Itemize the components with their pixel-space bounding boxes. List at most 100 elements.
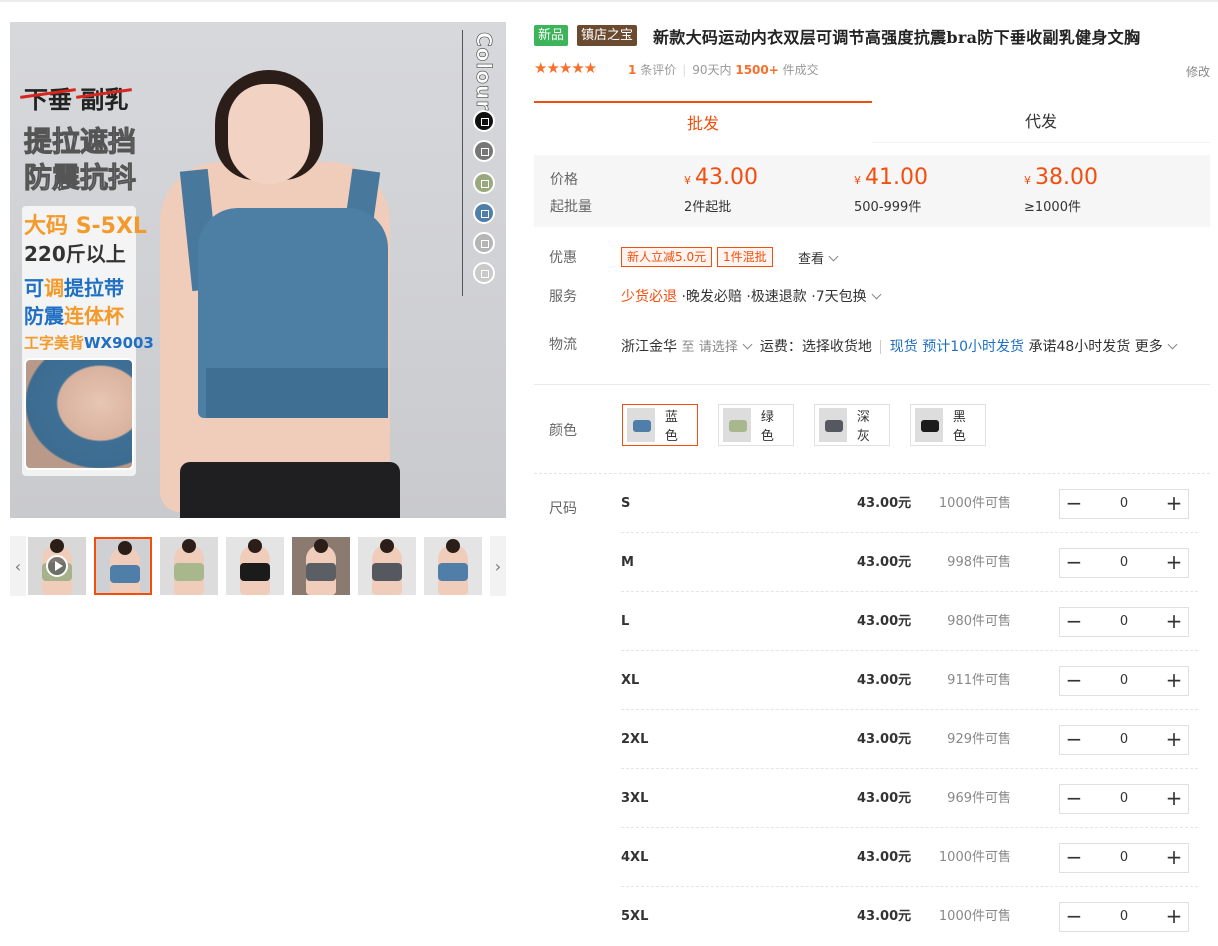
tab-dropship[interactable]: 代发: [872, 101, 1210, 143]
promo-mixed-tag[interactable]: 1件混批: [717, 247, 773, 267]
colour-divider: [462, 30, 463, 296]
quantity-input[interactable]: 0: [1088, 726, 1160, 754]
destination-select[interactable]: 请选择: [699, 340, 738, 355]
logistics-more-button[interactable]: 更多: [1135, 339, 1178, 355]
quantity-input[interactable]: 0: [1088, 490, 1160, 518]
increment-button[interactable]: +: [1160, 903, 1188, 931]
increment-button[interactable]: +: [1160, 490, 1188, 518]
chevron-down-icon[interactable]: [742, 339, 753, 350]
size-row: 3XL 43.00元 969件可售 −0 +: [621, 770, 1198, 828]
size-name: S: [621, 496, 631, 511]
decrement-button[interactable]: −: [1060, 726, 1088, 754]
decrement-button[interactable]: −: [1060, 608, 1088, 636]
badge-3b: 调: [44, 276, 64, 300]
color-option[interactable]: 蓝色: [622, 404, 698, 446]
chevron-down-icon: [1167, 339, 1178, 350]
thumb-bra: [372, 563, 402, 581]
decrement-button[interactable]: −: [1060, 667, 1088, 695]
bra-band: [206, 368, 388, 418]
chevron-down-icon: [828, 251, 839, 262]
thumb-bra: [438, 563, 468, 581]
color-option[interactable]: 深灰: [814, 404, 890, 446]
colour-swatch-dot: [473, 172, 495, 194]
size-row: 5XL 43.00元 1000件可售 −0 +: [621, 888, 1198, 946]
stock-status: 现货: [889, 339, 918, 355]
top-border: [0, 0, 1218, 2]
thumbnail-black-back[interactable]: [226, 537, 284, 595]
quantity-input[interactable]: 0: [1088, 785, 1160, 813]
swatch-square-icon: [481, 270, 489, 278]
size-available: 969件可售: [947, 791, 1011, 806]
color-thumb: [627, 408, 655, 442]
quantity-stepper: −0 +: [1059, 666, 1189, 696]
promo-newuser-tag[interactable]: 新人立减5.0元: [621, 247, 713, 267]
tier-price-value: 43.00: [695, 165, 758, 190]
color-option-label: 蓝色: [664, 410, 678, 444]
row-divider: [621, 532, 1198, 533]
thumb-next-arrow-icon[interactable]: ›: [490, 536, 506, 596]
color-option[interactable]: 绿色: [718, 404, 794, 446]
model-face: [228, 84, 310, 184]
review-label[interactable]: 条评价: [640, 63, 676, 77]
badge-size: 大码 S-5XL: [24, 208, 147, 240]
decrement-button[interactable]: −: [1060, 549, 1088, 577]
quantity-input[interactable]: 0: [1088, 903, 1160, 931]
increment-button[interactable]: +: [1160, 549, 1188, 577]
size-row: XL 43.00元 911件可售 −0 +: [621, 652, 1198, 710]
quantity-stepper: −0 +: [1059, 725, 1189, 755]
decrement-button[interactable]: −: [1060, 785, 1088, 813]
sold-label: 件成交: [782, 63, 819, 77]
size-price: 43.00元: [857, 909, 912, 924]
size-row: S 43.00元 1000件可售 −0 +: [621, 475, 1198, 533]
tab-wholesale[interactable]: 批发: [534, 101, 872, 143]
promo-view-button[interactable]: 查看: [798, 248, 839, 267]
size-available: 929件可售: [947, 732, 1011, 747]
thumbnail-grey-detail[interactable]: [292, 537, 350, 595]
color-swatch: [825, 420, 843, 432]
size-price: 43.00元: [857, 555, 912, 570]
quantity-input[interactable]: 0: [1088, 549, 1160, 577]
size-available: 1000件可售: [938, 909, 1011, 924]
thumb-bra: [174, 563, 204, 581]
thumbnail-deep-grey[interactable]: [358, 537, 416, 595]
purchase-tabs: 批发 代发: [534, 101, 1210, 143]
quantity-input[interactable]: 0: [1088, 844, 1160, 872]
decrement-button[interactable]: −: [1060, 903, 1088, 931]
thumbnail-blue-2[interactable]: [424, 537, 482, 595]
quantity-stepper: −0 +: [1059, 902, 1189, 932]
promo-label: 优惠: [549, 250, 577, 266]
review-count[interactable]: 1: [628, 63, 636, 77]
thumbnail-video[interactable]: [28, 537, 86, 595]
increment-button[interactable]: +: [1160, 844, 1188, 872]
logistics-divider: [880, 340, 882, 354]
decrement-button[interactable]: −: [1060, 844, 1088, 872]
tier-price-value: 38.00: [1035, 165, 1098, 190]
badge-4b: 连体杯: [64, 304, 124, 328]
increment-button[interactable]: +: [1160, 608, 1188, 636]
size-label: 尺码: [549, 501, 577, 517]
badge-weight: 220斤以上: [24, 242, 126, 266]
thumbnail-green[interactable]: [160, 537, 218, 595]
badge-model: 工字美背WX9003: [24, 332, 154, 353]
logistics-label: 物流: [549, 337, 577, 353]
logistics-info: 浙江金华 至 请选择 运费：选择收货地 现货 预计10小时发货 承诺48小时发货…: [621, 336, 1178, 356]
service-item-1: 少货必退: [621, 289, 677, 305]
thumbnail-blue[interactable]: [94, 537, 152, 595]
quantity-input[interactable]: 0: [1088, 667, 1160, 695]
decrement-button[interactable]: −: [1060, 490, 1088, 518]
modify-link[interactable]: 修改: [1186, 63, 1210, 80]
increment-button[interactable]: +: [1160, 667, 1188, 695]
main-product-image[interactable]: 下垂 副乳 提拉遮挡 防震抗抖 大码 S-5XL 220斤以上 可调提拉带 防震…: [10, 22, 506, 518]
thumb-bra: [110, 565, 140, 583]
color-swatch: [633, 420, 651, 432]
play-icon[interactable]: [46, 555, 68, 577]
size-available: 980件可售: [947, 614, 1011, 629]
quantity-input[interactable]: 0: [1088, 608, 1160, 636]
color-option[interactable]: 黑色: [910, 404, 986, 446]
thumb-prev-arrow-icon[interactable]: ‹: [10, 536, 26, 596]
increment-button[interactable]: +: [1160, 785, 1188, 813]
increment-button[interactable]: +: [1160, 726, 1188, 754]
row-divider: [621, 768, 1198, 769]
color-label: 颜色: [549, 423, 577, 439]
service-list[interactable]: 少货必退 ·晚发必赔 ·极速退款 ·7天包换: [621, 286, 882, 306]
